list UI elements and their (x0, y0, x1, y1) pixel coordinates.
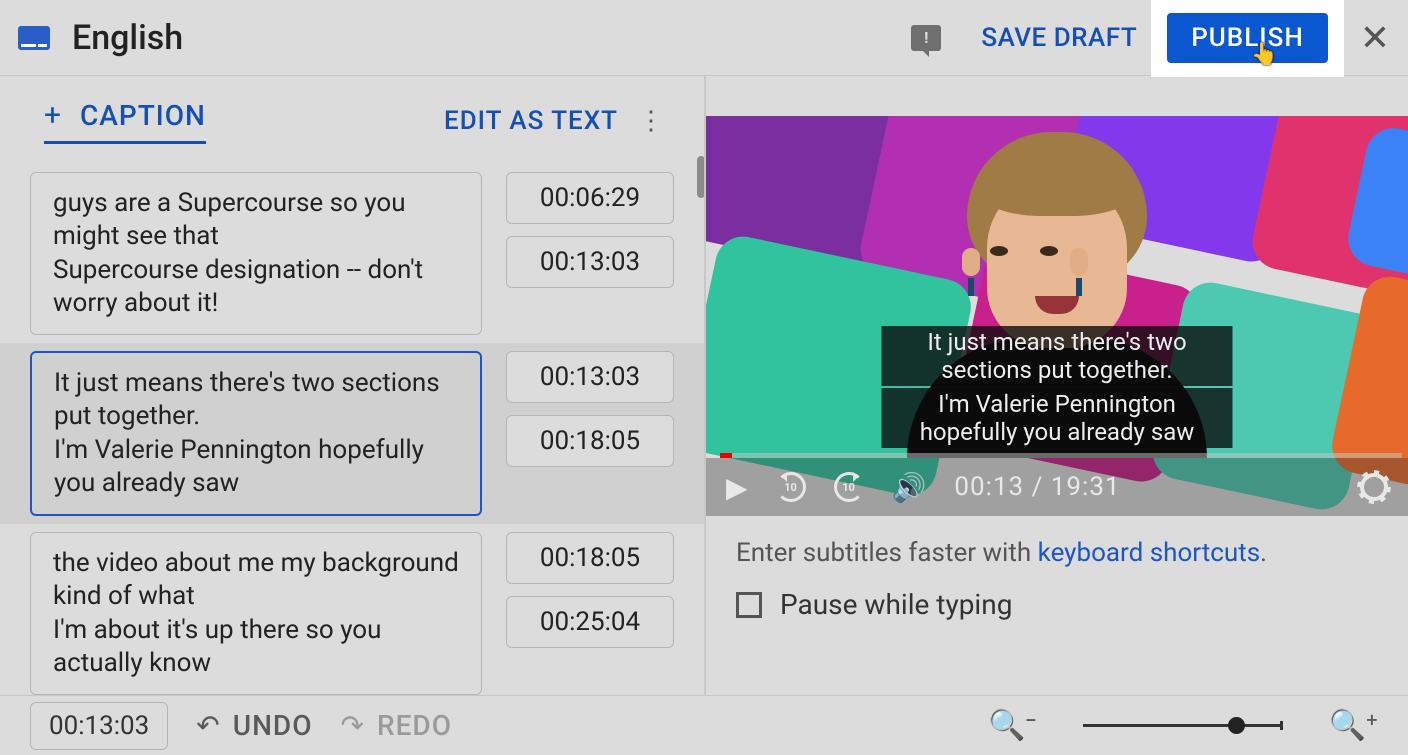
save-draft-button[interactable]: SAVE DRAFT (981, 23, 1137, 53)
scrollbar-thumb[interactable] (697, 156, 704, 198)
publish-button-label: PUBLISH (1191, 23, 1304, 53)
video-caption-overlay: It just means there's two sections put t… (882, 326, 1233, 450)
caption-end-time[interactable]: 00:25:04 (506, 596, 674, 648)
zoom-out-icon[interactable]: 🔍⁻ (988, 708, 1037, 743)
caption-row[interactable]: the video about me my background kind of… (30, 524, 674, 695)
subtitles-app-icon (18, 26, 50, 50)
video-time-display: 00:13 / 19:31 (954, 472, 1120, 502)
checkbox-icon[interactable] (736, 592, 762, 618)
pause-while-typing-option[interactable]: Pause while typing (706, 568, 1408, 641)
publish-button[interactable]: PUBLISH 👆 (1167, 13, 1328, 63)
caption-list: guys are a Supercourse so you might see … (0, 154, 704, 695)
header-bar: English ! SAVE DRAFT PUBLISH 👆 ✕ (0, 0, 1408, 76)
caption-row[interactable]: guys are a Supercourse so you might see … (30, 164, 674, 343)
caption-editor-panel: + CAPTION EDIT AS TEXT ⋮ guys are a Supe… (0, 76, 706, 695)
forward-10-icon[interactable]: 10 (834, 472, 864, 502)
video-controls: ▶ 10 10 🔊 00:13 / 19:31 (706, 458, 1408, 516)
caption-text-input[interactable]: guys are a Supercourse so you might see … (30, 172, 482, 335)
tip-text: Enter subtitles faster with (736, 538, 1038, 568)
timeline-current-time[interactable]: 00:13:03 (30, 702, 168, 750)
redo-button[interactable]: ↷ REDO (341, 709, 452, 742)
add-caption-button[interactable]: + CAPTION (44, 98, 206, 144)
replay-10-icon[interactable]: 10 (776, 472, 806, 502)
close-button[interactable]: ✕ (1360, 17, 1390, 59)
feedback-icon[interactable]: ! (911, 25, 941, 51)
more-options-icon[interactable]: ⋮ (638, 106, 664, 136)
footer-bar: 00:13:03 ↶ UNDO ↷ REDO 🔍⁻ 🔍⁺ (0, 695, 1408, 755)
keyboard-shortcuts-link[interactable]: keyboard shortcuts (1038, 538, 1261, 568)
keyboard-shortcuts-tip: Enter subtitles faster with keyboard sho… (706, 516, 1408, 568)
caption-text-input[interactable]: the video about me my background kind of… (30, 532, 482, 695)
caption-start-time[interactable]: 00:13:03 (506, 351, 674, 403)
undo-button[interactable]: ↶ UNDO (196, 709, 312, 742)
caption-toolbar: + CAPTION EDIT AS TEXT ⋮ (0, 76, 704, 154)
video-player[interactable]: It just means there's two sections put t… (706, 116, 1408, 516)
caption-end-time[interactable]: 00:18:05 (506, 415, 674, 467)
caption-text-input[interactable]: It just means there's two sections put t… (30, 351, 482, 516)
play-icon[interactable]: ▶ (726, 471, 748, 504)
video-caption-line: It just means there's two sections put t… (882, 326, 1233, 386)
zoom-slider-thumb[interactable] (1228, 717, 1245, 734)
main-area: + CAPTION EDIT AS TEXT ⋮ guys are a Supe… (0, 76, 1408, 695)
edit-as-text-button[interactable]: EDIT AS TEXT (444, 106, 618, 136)
caption-row[interactable]: It just means there's two sections put t… (0, 343, 704, 524)
caption-end-time[interactable]: 00:13:03 (506, 236, 674, 288)
settings-gear-icon[interactable] (1360, 473, 1388, 501)
redo-label: REDO (377, 709, 452, 742)
volume-icon[interactable]: 🔊 (892, 471, 927, 504)
caption-start-time[interactable]: 00:06:29 (506, 172, 674, 224)
publish-highlight: PUBLISH 👆 (1153, 1, 1342, 75)
tip-text: . (1260, 538, 1267, 568)
plus-icon: + (44, 98, 62, 133)
caption-start-time[interactable]: 00:18:05 (506, 532, 674, 584)
preview-panel: It just means there's two sections put t… (706, 76, 1408, 695)
video-caption-line: I'm Valerie Pennington hopefully you alr… (882, 388, 1233, 448)
language-title: English (72, 18, 183, 58)
redo-icon: ↷ (341, 709, 365, 742)
zoom-in-icon[interactable]: 🔍⁺ (1329, 708, 1378, 743)
undo-label: UNDO (233, 709, 313, 742)
zoom-slider[interactable] (1083, 724, 1283, 727)
undo-icon: ↶ (196, 709, 220, 742)
add-caption-label: CAPTION (80, 99, 206, 132)
cursor-icon: 👆 (1251, 42, 1279, 67)
pause-while-typing-label: Pause while typing (780, 588, 1012, 621)
